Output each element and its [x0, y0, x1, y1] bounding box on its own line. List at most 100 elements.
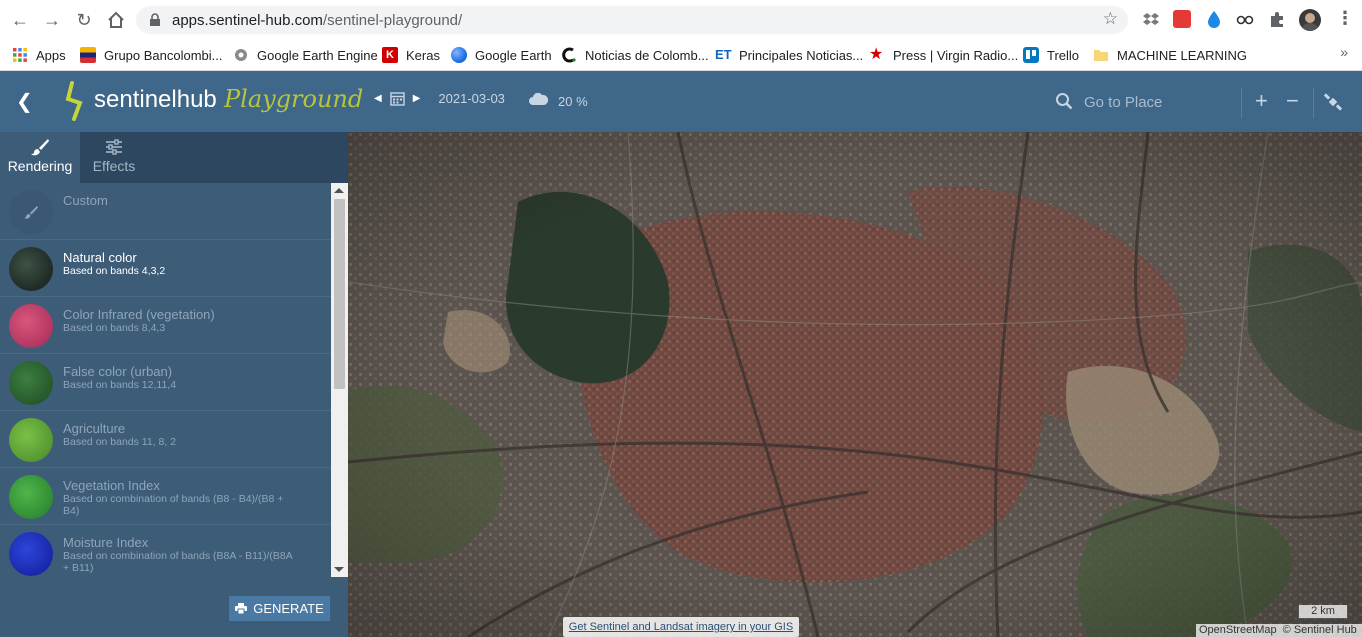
- bookmark-virgin-radio[interactable]: ★ Press | Virgin Radio...: [869, 44, 1018, 66]
- apps-grid-icon: [13, 48, 27, 62]
- extensions-puzzle-icon[interactable]: [1268, 10, 1286, 28]
- trello-icon: [1023, 47, 1039, 63]
- search-icon: [1056, 93, 1073, 110]
- preset-title: Color Infrared (vegetation): [63, 307, 215, 322]
- bookmark-bancolombia[interactable]: Grupo Bancolombi...: [80, 44, 223, 66]
- sentinelhub-logo-icon: [65, 81, 83, 121]
- bookmark-principales-noticias[interactable]: ET Principales Noticias...: [715, 44, 863, 66]
- bookmark-label: Grupo Bancolombi...: [104, 47, 223, 63]
- preset-thumbnail: [9, 304, 53, 348]
- preset-subtitle: Based on bands 4,3,2: [63, 265, 166, 277]
- tab-rendering[interactable]: Rendering: [0, 132, 80, 183]
- bookmark-machine-learning[interactable]: MACHINE LEARNING: [1093, 44, 1247, 66]
- calendar-icon[interactable]: [390, 91, 405, 106]
- preset-title: Natural color: [63, 250, 137, 265]
- bookmark-trello[interactable]: Trello: [1023, 44, 1079, 66]
- satellite-imagery: [348, 132, 1362, 637]
- cloud-coverage-value[interactable]: 20 %: [558, 94, 588, 109]
- zoom-in-button[interactable]: +: [1255, 88, 1268, 114]
- water-drop-icon[interactable]: [1205, 10, 1223, 28]
- folder-icon: [1094, 50, 1108, 61]
- preset-custom[interactable]: Custom: [0, 183, 331, 240]
- bookmark-label: Press | Virgin Radio...: [893, 47, 1019, 63]
- more-bookmarks-button[interactable]: »: [1340, 44, 1348, 60]
- browser-menu-icon[interactable]: ⋮: [1336, 8, 1354, 29]
- paintbrush-icon: [24, 206, 38, 219]
- preset-thumbnail: [9, 475, 53, 519]
- preset-moisture-index[interactable]: Moisture Index Based on combination of b…: [0, 525, 331, 577]
- generate-label: GENERATE: [253, 601, 324, 616]
- gis-imagery-link[interactable]: Get Sentinel and Landsat imagery in your…: [563, 617, 799, 637]
- glasses-icon[interactable]: [1236, 10, 1254, 28]
- bookmark-earth-engine[interactable]: Google Earth Engine: [233, 44, 378, 66]
- go-to-place-input[interactable]: [1084, 91, 1234, 113]
- bookmark-label: Keras: [406, 47, 440, 63]
- sidebar-tabs: Rendering Effects: [0, 132, 348, 183]
- sliders-icon: [106, 139, 122, 155]
- bookmark-noticias-colombia[interactable]: Noticias de Colomb...: [561, 44, 709, 66]
- header-divider: [1313, 88, 1314, 118]
- preset-title: False color (urban): [63, 364, 173, 379]
- zoom-out-button[interactable]: −: [1286, 88, 1299, 114]
- bookmark-label: Google Earth: [475, 47, 552, 63]
- preset-natural-color[interactable]: Natural color Based on bands 4,3,2: [0, 240, 331, 297]
- preset-subtitle: Based on bands 12,11,4: [63, 379, 177, 391]
- collapse-sidebar-icon[interactable]: ❮: [16, 89, 33, 114]
- preset-subtitle: Based on combination of bands (B8A - B11…: [63, 550, 293, 574]
- sidebar: Rendering Effects Custom Natural color B…: [0, 132, 348, 637]
- bookmark-label: MACHINE LEARNING: [1117, 47, 1248, 63]
- preset-color-infrared[interactable]: Color Infrared (vegetation) Based on ban…: [0, 297, 331, 354]
- bookmark-apps[interactable]: Apps: [12, 44, 66, 66]
- preset-list-scrollbar[interactable]: [331, 183, 348, 577]
- selected-date[interactable]: 2021-03-03: [438, 91, 505, 106]
- preset-subtitle: Based on combination of bands (B8 - B4)/…: [63, 493, 284, 517]
- generate-button[interactable]: GENERATE: [229, 596, 330, 621]
- bookmark-star-icon[interactable]: ☆: [1103, 9, 1118, 29]
- next-date-icon[interactable]: ▶: [413, 93, 421, 104]
- preset-title: Agriculture: [63, 421, 126, 436]
- preset-vegetation-index[interactable]: Vegetation Index Based on combination of…: [0, 468, 331, 525]
- address-bar[interactable]: apps.sentinel-hub.com/sentinel-playgroun…: [136, 6, 1128, 34]
- et-icon: ET: [715, 47, 732, 62]
- scrollbar-thumb[interactable]: [334, 199, 345, 389]
- tab-effects[interactable]: Effects: [74, 132, 154, 183]
- paintbrush-icon: [31, 139, 49, 156]
- satellite-icon[interactable]: [1323, 92, 1343, 112]
- profile-avatar[interactable]: [1299, 9, 1321, 31]
- forward-arrow-icon[interactable]: →: [40, 8, 64, 32]
- mendeley-icon[interactable]: [1173, 10, 1191, 28]
- bookmark-keras[interactable]: K Keras: [382, 44, 440, 66]
- browser-toolbar: ← → ↻ apps.sentinel-hub.com/sentinel-pla…: [0, 0, 1362, 40]
- preset-thumbnail: [9, 532, 53, 576]
- preset-thumbnail: [9, 361, 53, 405]
- preset-thumbnail: [9, 247, 53, 291]
- preset-agriculture[interactable]: Agriculture Based on bands 11, 8, 2: [0, 411, 331, 468]
- scroll-down-icon[interactable]: [334, 567, 344, 572]
- bookmarks-bar: Apps Grupo Bancolombi... Google Earth En…: [0, 40, 1362, 71]
- cloud-icon: [529, 92, 548, 105]
- map-scale: 2 km: [1298, 605, 1348, 619]
- dropbox-icon[interactable]: [1142, 10, 1160, 28]
- bookmark-label: Apps: [36, 47, 66, 63]
- satellite-map[interactable]: [348, 132, 1362, 637]
- preset-title: Moisture Index: [63, 535, 149, 550]
- bookmark-label: Noticias de Colomb...: [585, 47, 709, 63]
- header-divider: [1241, 88, 1242, 118]
- preset-false-color-urban[interactable]: False color (urban) Based on bands 12,11…: [0, 354, 331, 411]
- colombia-news-icon: [562, 47, 576, 63]
- bancolombia-icon: [80, 47, 96, 63]
- keras-icon: K: [382, 47, 398, 63]
- date-picker[interactable]: ◀ ▶ 2021-03-03: [374, 91, 505, 106]
- home-icon[interactable]: [104, 8, 128, 32]
- back-arrow-icon[interactable]: ←: [8, 8, 32, 32]
- bookmark-google-earth[interactable]: Google Earth: [451, 44, 552, 66]
- map-attribution: OpenStreetMap © Sentinel Hub: [1196, 624, 1362, 637]
- attribution-osm-link[interactable]: OpenStreetMap: [1199, 624, 1277, 637]
- tab-label: Rendering: [7, 158, 73, 174]
- preset-thumbnail: [9, 418, 53, 462]
- preset-title: Custom: [63, 193, 108, 208]
- previous-date-icon[interactable]: ◀: [374, 93, 382, 104]
- attribution-sentinelhub-link[interactable]: © Sentinel Hub: [1283, 624, 1357, 637]
- scroll-up-icon[interactable]: [334, 188, 344, 193]
- reload-icon[interactable]: ↻: [72, 8, 96, 32]
